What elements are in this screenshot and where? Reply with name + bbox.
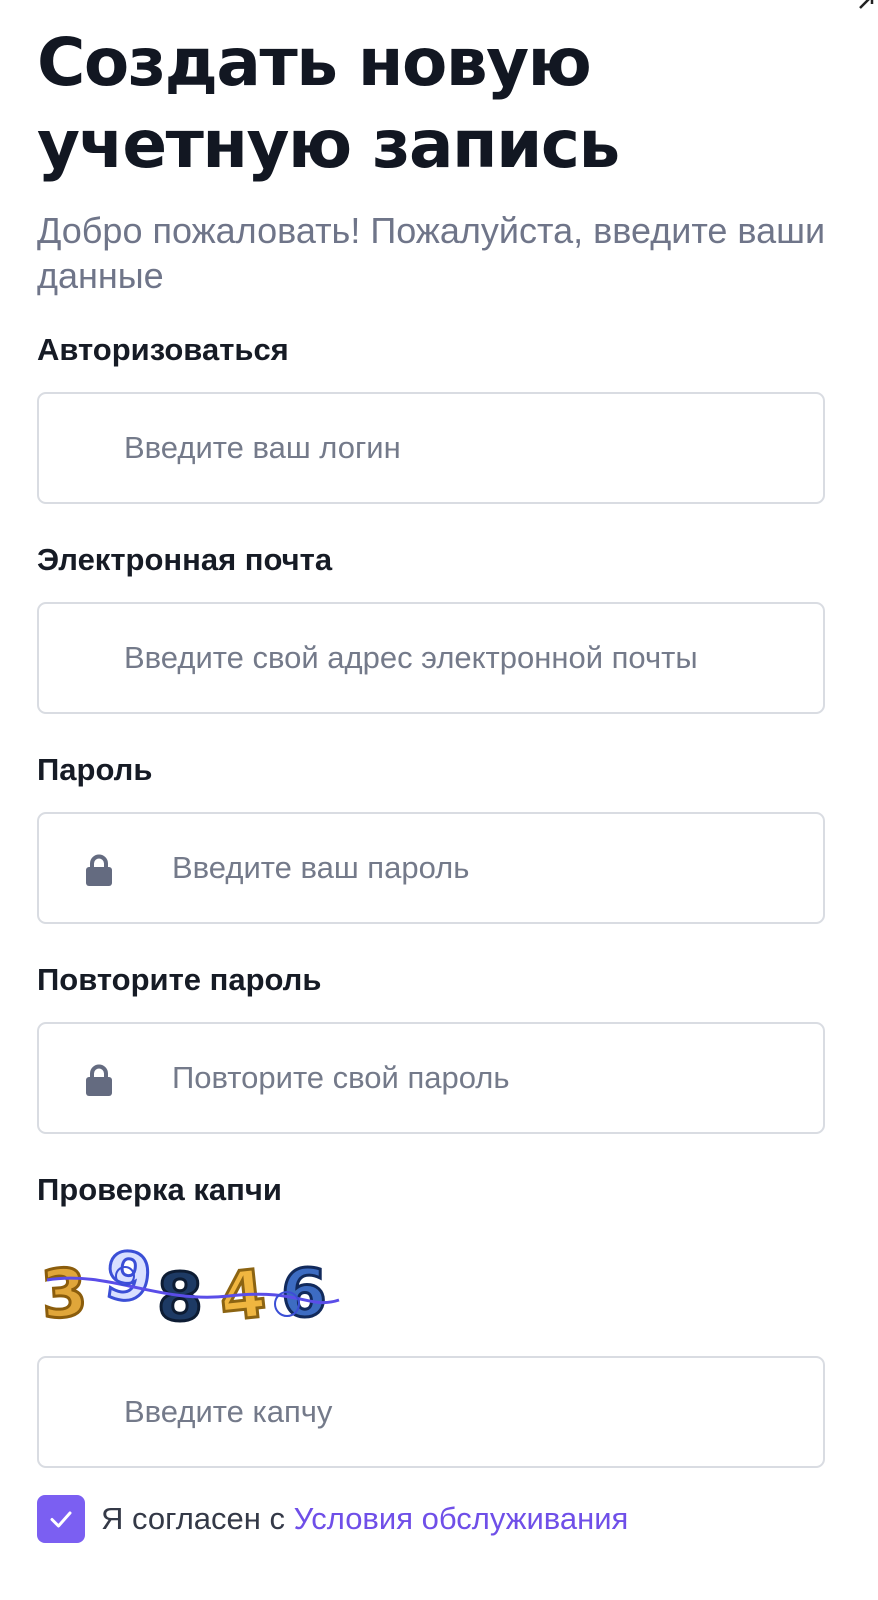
repeat-password-label: Повторите пароль — [37, 962, 322, 997]
lock-icon — [86, 1064, 112, 1096]
captcha-placeholder: Введите капчу — [124, 1394, 333, 1429]
captcha-digits: 3 9 8 4 6 — [39, 1240, 328, 1332]
captcha-digit: 6 — [281, 1255, 327, 1332]
login-input[interactable]: Введите ваш логин — [37, 392, 825, 504]
check-icon — [50, 1511, 72, 1528]
captcha-digit: 9 — [100, 1240, 156, 1319]
captcha-image: 3 9 8 4 6 — [39, 1240, 340, 1332]
repeat-password-placeholder: Повторите свой пароль — [172, 1060, 510, 1095]
terms-text: Я согласен с Условия обслуживания — [101, 1501, 628, 1537]
corner-cursor-icon — [859, 0, 874, 9]
page-title: Создать новую учетную запись — [37, 24, 620, 183]
email-label: Электронная почта — [37, 542, 333, 577]
captcha-digit: 3 — [39, 1254, 90, 1332]
signup-form: Создать новую учетную запись Добро пожал… — [37, 22, 841, 1543]
password-placeholder: Введите ваш пароль — [172, 850, 470, 885]
captcha-input[interactable]: Введите капчу — [37, 1356, 825, 1468]
terms-row: Я согласен с Условия обслуживания — [37, 1495, 628, 1543]
password-label: Пароль — [37, 752, 153, 787]
lock-icon — [86, 854, 112, 886]
password-input[interactable]: Введите ваш пароль — [37, 812, 825, 924]
terms-link[interactable]: Условия обслуживания — [294, 1501, 629, 1536]
repeat-password-input[interactable]: Повторите свой пароль — [37, 1022, 825, 1134]
captcha-label: Проверка капчи — [37, 1172, 282, 1207]
terms-checkbox[interactable] — [37, 1495, 85, 1543]
login-placeholder: Введите ваш логин — [124, 430, 401, 465]
email-input[interactable]: Введите свой адрес электронной почты — [37, 602, 825, 714]
email-placeholder: Введите свой адрес электронной почты — [124, 640, 698, 675]
terms-prefix: Я согласен с — [101, 1501, 294, 1536]
page-subtitle: Добро пожаловать! Пожалуйста, введите ва… — [37, 210, 826, 296]
login-label: Авторизоваться — [37, 332, 289, 367]
